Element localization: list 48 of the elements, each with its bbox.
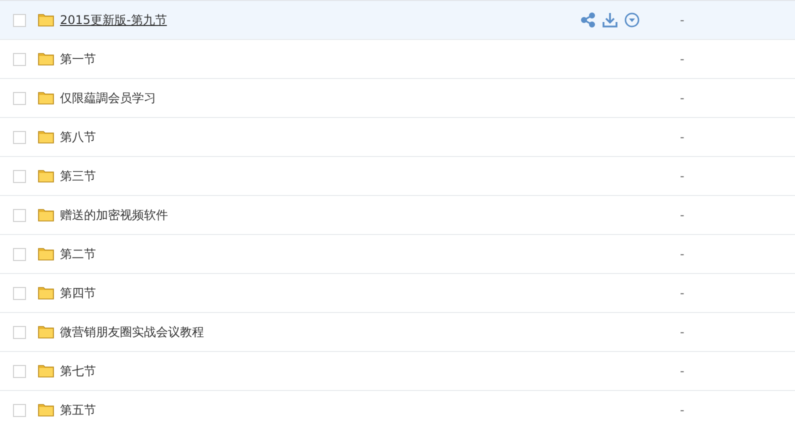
folder-icon [38,208,54,222]
file-name[interactable]: 第七节 [60,362,580,380]
file-name[interactable]: 第三节 [60,168,580,184]
folder-icon [38,325,54,339]
file-size: - [680,52,684,66]
file-size: - [680,325,684,339]
file-name[interactable]: 第八节 [60,128,580,146]
file-name[interactable]: 仅限藴調会员学习 [60,90,580,106]
folder-icon [38,247,54,261]
file-size: - [680,286,684,300]
folder-icon [38,364,54,378]
file-name[interactable]: 微营销朋友圈实战会议教程 [60,324,580,340]
checkbox[interactable] [13,326,26,338]
file-name[interactable]: 赠送的加密视频软件 [60,206,580,224]
checkbox[interactable] [13,170,26,182]
checkbox[interactable] [13,52,26,66]
folder-icon [38,91,54,105]
file-name[interactable]: 第二节 [60,246,580,262]
file-name[interactable]: 2015更新版-第九节 [60,12,580,28]
dropdown-icon[interactable] [624,12,640,28]
folder-icon [38,13,54,27]
folder-icon [38,52,54,66]
checkbox[interactable] [13,286,26,300]
file-size: - [680,91,684,105]
file-size: - [680,13,684,27]
share-icon[interactable] [580,12,596,28]
checkbox[interactable] [13,404,26,416]
checkbox[interactable] [13,14,26,26]
checkbox[interactable] [13,130,26,144]
checkbox[interactable] [13,208,26,222]
file-size: - [680,169,684,183]
download-icon[interactable] [602,12,618,28]
checkbox[interactable] [13,92,26,104]
file-name[interactable]: 第一节 [60,50,580,68]
folder-icon [38,169,54,183]
folder-icon [38,286,54,300]
file-size: - [680,208,684,222]
file-size: - [680,247,684,261]
checkbox[interactable] [13,364,26,378]
file-row[interactable]: 2015更新版-第九节 - [0,1,795,40]
file-size: - [680,130,684,144]
checkbox[interactable] [13,248,26,260]
file-size: - [680,364,684,378]
file-name[interactable]: 第五节 [60,402,580,418]
file-size: - [680,403,684,417]
folder-icon [38,130,54,144]
folder-icon [38,403,54,417]
file-name[interactable]: 第四节 [60,284,580,302]
